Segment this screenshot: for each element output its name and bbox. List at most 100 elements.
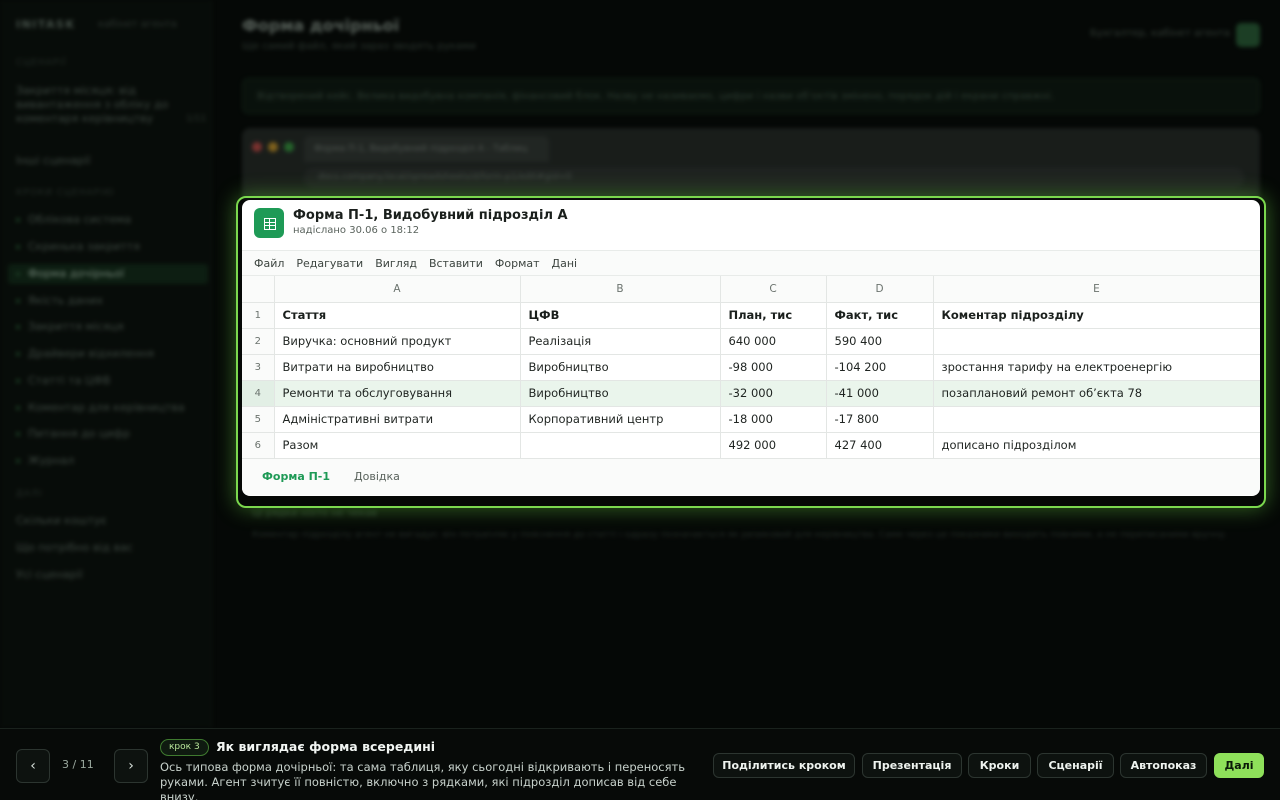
table-cell[interactable]: Коментар підрозділу bbox=[933, 302, 1260, 329]
spreadsheet-menubar: Файл Редагувати Вигляд Вставити Формат Д… bbox=[242, 250, 1260, 276]
menu-file[interactable]: Файл bbox=[254, 257, 284, 270]
table-cell[interactable]: -32 000 bbox=[720, 380, 827, 407]
dot-icon bbox=[16, 432, 20, 436]
column-header[interactable]: A bbox=[274, 276, 521, 303]
table-cell[interactable]: -41 000 bbox=[826, 380, 934, 407]
sidebar-item-step[interactable]: Закриття місяця bbox=[16, 320, 206, 334]
sidebar-item-next[interactable]: Усі сценарії bbox=[16, 568, 206, 582]
table-cell[interactable]: Виручка: основний продукт bbox=[274, 328, 521, 355]
table-cell[interactable]: Стаття bbox=[274, 302, 521, 329]
spreadsheet-card: Форма П-1, Видобувний підрозділ А надісл… bbox=[242, 200, 1260, 496]
case-banner: Відтворений кейс. Велика видобувна компа… bbox=[242, 78, 1260, 114]
sidebar-item-step[interactable]: Журнал bbox=[16, 454, 206, 468]
row-number[interactable]: 3 bbox=[242, 354, 275, 381]
row-number[interactable]: 2 bbox=[242, 328, 275, 355]
close-window-icon[interactable] bbox=[252, 142, 262, 152]
column-header[interactable]: D bbox=[826, 276, 934, 303]
table-cell[interactable]: -18 000 bbox=[720, 406, 827, 433]
sidebar-item-step[interactable]: Облікова система bbox=[16, 213, 206, 227]
sidebar-item-step[interactable]: Якість даних bbox=[16, 294, 206, 308]
document-header: Форма П-1, Видобувний підрозділ А надісл… bbox=[242, 200, 1260, 250]
table-cell[interactable]: ЦФВ bbox=[520, 302, 721, 329]
steps-button[interactable]: Кроки bbox=[968, 753, 1031, 778]
sidebar-item-step[interactable]: Скринька закриття bbox=[16, 240, 206, 254]
sidebar-section-steps: КРОКИ СЦЕНАРІЮ bbox=[16, 188, 115, 198]
row-number[interactable]: 5 bbox=[242, 406, 275, 433]
table-cell[interactable] bbox=[933, 406, 1260, 433]
sidebar-item-next[interactable]: Скільки коштує bbox=[16, 514, 206, 528]
table-cell[interactable]: Адміністративні витрати bbox=[274, 406, 521, 433]
app-logo: INITASK bbox=[16, 18, 76, 31]
presentation-button[interactable]: Презентація bbox=[862, 753, 962, 778]
share-step-button[interactable]: Поділитись кроком bbox=[713, 753, 855, 778]
row-number[interactable]: 6 bbox=[242, 432, 275, 459]
table-cell[interactable]: позаплановий ремонт об’єкта 78 bbox=[933, 380, 1260, 407]
table-cell[interactable]: -98 000 bbox=[720, 354, 827, 381]
dot-icon bbox=[16, 218, 20, 222]
menu-format[interactable]: Формат bbox=[495, 257, 540, 270]
avatar[interactable] bbox=[1236, 23, 1260, 47]
sheet-tab-reference[interactable]: Довідка bbox=[354, 466, 400, 487]
column-header[interactable]: B bbox=[520, 276, 721, 303]
table-cell[interactable]: Ремонти та обслуговування bbox=[274, 380, 521, 407]
table-cell[interactable]: 640 000 bbox=[720, 328, 827, 355]
table-cell[interactable]: 590 400 bbox=[826, 328, 934, 355]
dot-icon bbox=[16, 299, 20, 303]
dot-icon bbox=[16, 245, 20, 249]
table-cell[interactable]: -17 800 bbox=[826, 406, 934, 433]
sheet-tab-form[interactable]: Форма П-1 bbox=[262, 466, 330, 487]
sidebar-item-scenario-current[interactable]: Закриття місяця: від вивантаження з облі… bbox=[16, 84, 186, 126]
sidebar-item-step[interactable]: Коментар для керівництва bbox=[16, 401, 206, 415]
sidebar-item-step[interactable]: Статті та ЦФВ bbox=[16, 374, 206, 388]
browser-tab[interactable]: Форма П-1, Видобувний підрозділ А - Табл… bbox=[304, 136, 549, 162]
scenarios-button[interactable]: Сценарії bbox=[1037, 753, 1114, 778]
maximize-window-icon[interactable] bbox=[284, 142, 294, 152]
table-cell[interactable] bbox=[520, 432, 721, 459]
sidebar-item-step-active[interactable]: Форма дочірньої bbox=[16, 267, 206, 281]
menu-data[interactable]: Дані bbox=[552, 257, 578, 270]
sheet-tabs: Форма П-1 Довідка bbox=[242, 458, 1260, 495]
prev-step-button[interactable]: ‹ bbox=[16, 749, 50, 783]
minimize-window-icon[interactable] bbox=[268, 142, 278, 152]
next-button[interactable]: Далі bbox=[1214, 753, 1264, 778]
table-cell[interactable]: дописано підрозділом bbox=[933, 432, 1260, 459]
dot-icon bbox=[16, 379, 20, 383]
document-meta: надіслано 30.06 о 18:12 bbox=[293, 225, 420, 236]
next-step-arrow-button[interactable]: › bbox=[114, 749, 148, 783]
table-cell[interactable]: 427 400 bbox=[826, 432, 934, 459]
table-cell[interactable]: Виробництво bbox=[520, 354, 721, 381]
column-header-row: A B C D E bbox=[242, 276, 1260, 303]
app-logo-subtitle: кабінет агента bbox=[98, 19, 177, 30]
menu-edit[interactable]: Редагувати bbox=[296, 257, 363, 270]
caption-text: Коментар підрозділу агент не вигадує: ві… bbox=[252, 530, 1228, 540]
sidebar-item-step[interactable]: Питання до цифр bbox=[16, 427, 206, 441]
table-cell[interactable]: зростання тарифу на електроенергію bbox=[933, 354, 1260, 381]
menu-view[interactable]: Вигляд bbox=[375, 257, 417, 270]
table-cell[interactable] bbox=[933, 328, 1260, 355]
select-all-corner[interactable] bbox=[242, 276, 275, 303]
dot-icon bbox=[16, 352, 20, 356]
column-header[interactable]: C bbox=[720, 276, 827, 303]
table-cell[interactable]: 492 000 bbox=[720, 432, 827, 459]
row-number[interactable]: 1 bbox=[242, 302, 275, 329]
sidebar-item-step[interactable]: Драйвери відхилення bbox=[16, 347, 206, 361]
table-cell[interactable]: -104 200 bbox=[826, 354, 934, 381]
sidebar-item-next[interactable]: Що потрібно від вас bbox=[16, 541, 206, 555]
chevron-right-icon: › bbox=[128, 758, 134, 774]
table-cell[interactable]: Корпоративний центр bbox=[520, 406, 721, 433]
table-cell[interactable]: Разом bbox=[274, 432, 521, 459]
sidebar-item-other-scenarios[interactable]: Інші сценарії bbox=[16, 154, 206, 168]
table-cell[interactable]: Виробництво bbox=[520, 380, 721, 407]
table-row: 1 Стаття ЦФВ План, тис Факт, тис Комента… bbox=[242, 302, 1260, 329]
table-cell[interactable]: Реалізація bbox=[520, 328, 721, 355]
row-number[interactable]: 4 bbox=[242, 380, 275, 407]
table-cell[interactable]: Витрати на виробництво bbox=[274, 354, 521, 381]
menu-insert[interactable]: Вставити bbox=[429, 257, 483, 270]
table-cell[interactable]: План, тис bbox=[720, 302, 827, 329]
table-row: 6 Разом 492 000 427 400 дописано підрозд… bbox=[242, 432, 1260, 459]
column-header[interactable]: E bbox=[933, 276, 1260, 303]
autoplay-button[interactable]: Автопоказ bbox=[1120, 753, 1207, 778]
browser-url-bar[interactable]: docs.company.local/spreadsheets/d/form-p… bbox=[304, 168, 1244, 188]
table-cell[interactable]: Факт, тис bbox=[826, 302, 934, 329]
table-row: 3 Витрати на виробництво Виробництво -98… bbox=[242, 354, 1260, 381]
